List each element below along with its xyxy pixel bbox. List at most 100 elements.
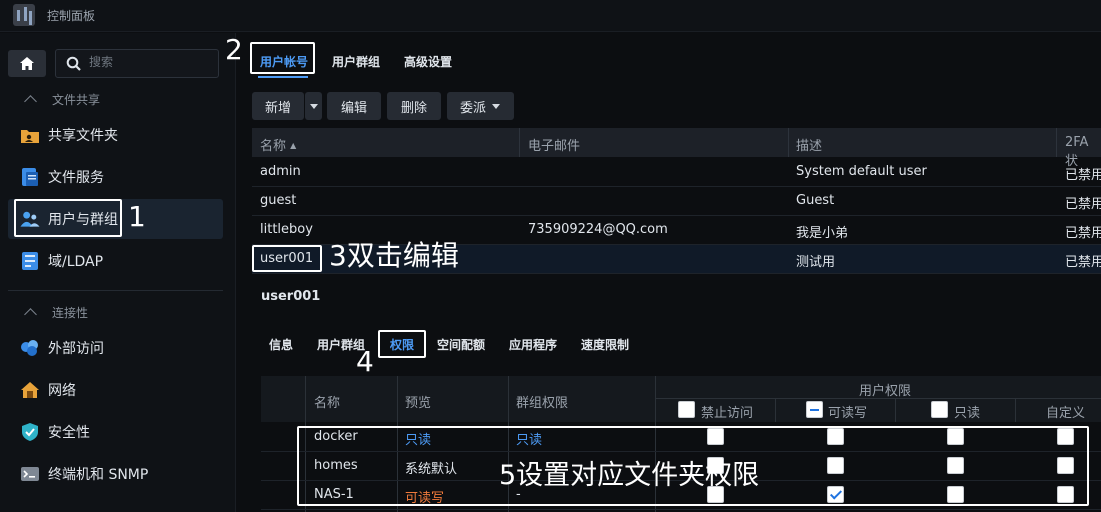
search-input[interactable] [89,55,209,69]
perm-option-custom: 自定义 [1046,406,1086,421]
perm-option-read-only: 只读 [954,406,981,421]
tab-info[interactable]: 信息 [269,336,293,353]
column-header-user-permission: 用户权限 [859,384,912,399]
cell-email: 735909224@QQ.com [528,222,668,237]
column-header-description[interactable]: 描述 [796,135,822,154]
column-divider [895,398,896,422]
sidebar-item-label: 终端机和 SNMP [48,467,149,483]
tab-quota[interactable]: 空间配额 [437,336,485,353]
home-button[interactable] [8,50,46,77]
shared-folder-icon [20,125,40,145]
annotation-box-1 [14,199,122,237]
external-access-icon [20,338,40,358]
column-header-email[interactable]: 电子邮件 [528,135,580,154]
tab-applications[interactable]: 应用程序 [509,336,557,353]
column-divider [775,398,776,422]
home-icon [20,57,34,70]
sidebar-item-shared-folder[interactable]: 共享文件夹 [8,115,223,155]
sidebar-item-network[interactable]: 网络 [8,370,223,410]
table-row[interactable]: guest Guest 已禁用 [252,187,1101,216]
detail-title: user001 [261,289,321,304]
caret-down-icon [309,103,318,109]
active-tab-indicator [258,76,308,78]
caret-down-icon [492,103,501,109]
cell-description: Guest [796,193,835,208]
file-services-icon [20,167,40,187]
delegate-button[interactable]: 委派 [447,92,514,120]
perm-option-read-write: 可读写 [828,406,868,421]
security-shield-icon [20,422,40,442]
cell-description: 我是小弟 [796,226,849,241]
annotation-text-5: 5设置对应文件夹权限 [499,460,760,491]
search-icon [66,56,81,71]
create-dropdown-button[interactable] [305,92,322,120]
tab-user-groups[interactable]: 用户群组 [332,53,380,70]
domain-ldap-icon [20,251,40,271]
perm-option-deny: 禁止访问 [701,406,754,421]
section-connectivity[interactable]: 连接性 [20,304,88,321]
sidebar-item-label: 共享文件夹 [48,128,118,144]
cell-name: guest [260,193,297,208]
column-divider [519,128,520,157]
sidebar-item-label: 域/LDAP [48,254,104,270]
create-button[interactable]: 新增 [252,92,304,120]
section-label: 连接性 [52,306,89,320]
read-only-all-checkbox[interactable] [931,401,948,418]
sidebar-item-domain-ldap[interactable]: 域/LDAP [8,241,223,281]
cell-2fa: 已禁用 [1065,226,1101,241]
sidebar-item-label: 文件服务 [48,170,104,186]
sidebar-item-label: 安全性 [48,425,90,441]
annotation-text-3: 3双击编辑 [329,239,459,272]
section-file-sharing[interactable]: 文件共享 [20,91,100,108]
cell-description: System default user [796,164,927,179]
sidebar-divider [8,290,223,291]
column-divider [1056,128,1057,157]
column-header-group-permission: 群组权限 [516,396,569,411]
annotation-number-1: 1 [128,200,146,233]
sidebar-item-external-access[interactable]: 外部访问 [8,328,223,368]
read-write-all-checkbox[interactable] [806,401,823,418]
annotation-number-4: 4 [356,345,374,378]
cell-description: 测试用 [796,255,836,270]
tab-speed-limit[interactable]: 速度限制 [581,336,629,353]
header-divider [655,398,1101,399]
annotation-box-2 [250,42,315,74]
terminal-icon [20,464,40,484]
delete-button[interactable]: 删除 [387,92,441,120]
user-table-header: 名称 ▲ 电子邮件 描述 2FA 状 [252,128,1101,169]
deny-all-checkbox[interactable] [678,401,695,418]
sidebar-item-security[interactable]: 安全性 [8,412,223,452]
cell-name: littleboy [260,222,313,237]
annotation-box-3 [252,245,322,272]
section-label: 文件共享 [52,93,101,107]
control-panel-icon [13,4,35,26]
cell-2fa: 已禁用 [1065,168,1101,183]
sidebar-item-label: 外部访问 [48,341,104,357]
cell-name: admin [260,164,301,179]
permission-table-header: 名称 预览 群组权限 用户权限 禁止访问 可读写 只读 自定义 [261,376,1101,422]
table-row[interactable]: admin System default user 已禁用 [252,158,1101,187]
column-header-preview: 预览 [405,396,432,411]
cell-2fa: 已禁用 [1065,255,1101,270]
network-icon [20,380,40,400]
column-header-name[interactable]: 名称 ▲ [260,135,296,154]
column-header-label: 名称 [260,139,287,154]
title-bar: 控制面板 [0,0,1101,32]
chevron-up-icon [24,95,37,108]
chevron-up-icon [24,308,37,321]
column-header-name: 名称 [314,396,341,411]
window-title: 控制面板 [47,9,96,23]
edit-button[interactable]: 编辑 [327,92,381,120]
column-divider [1015,398,1016,422]
search-box[interactable] [55,49,219,78]
tab-advanced-settings[interactable]: 高级设置 [404,53,452,70]
sidebar: 文件共享 共享文件夹 文件服务 用户与群组 域/LDAP 连接性 外部访问 [0,33,236,512]
annotation-number-2: 2 [225,33,243,66]
column-divider [788,128,789,157]
annotation-box-4 [378,330,426,358]
sidebar-item-terminal-snmp[interactable]: 终端机和 SNMP [8,454,223,494]
sidebar-item-label: 网络 [48,383,76,399]
cell-2fa: 已禁用 [1065,197,1101,212]
sort-ascending-icon: ▲ [290,141,297,150]
sidebar-item-file-services[interactable]: 文件服务 [8,157,223,197]
